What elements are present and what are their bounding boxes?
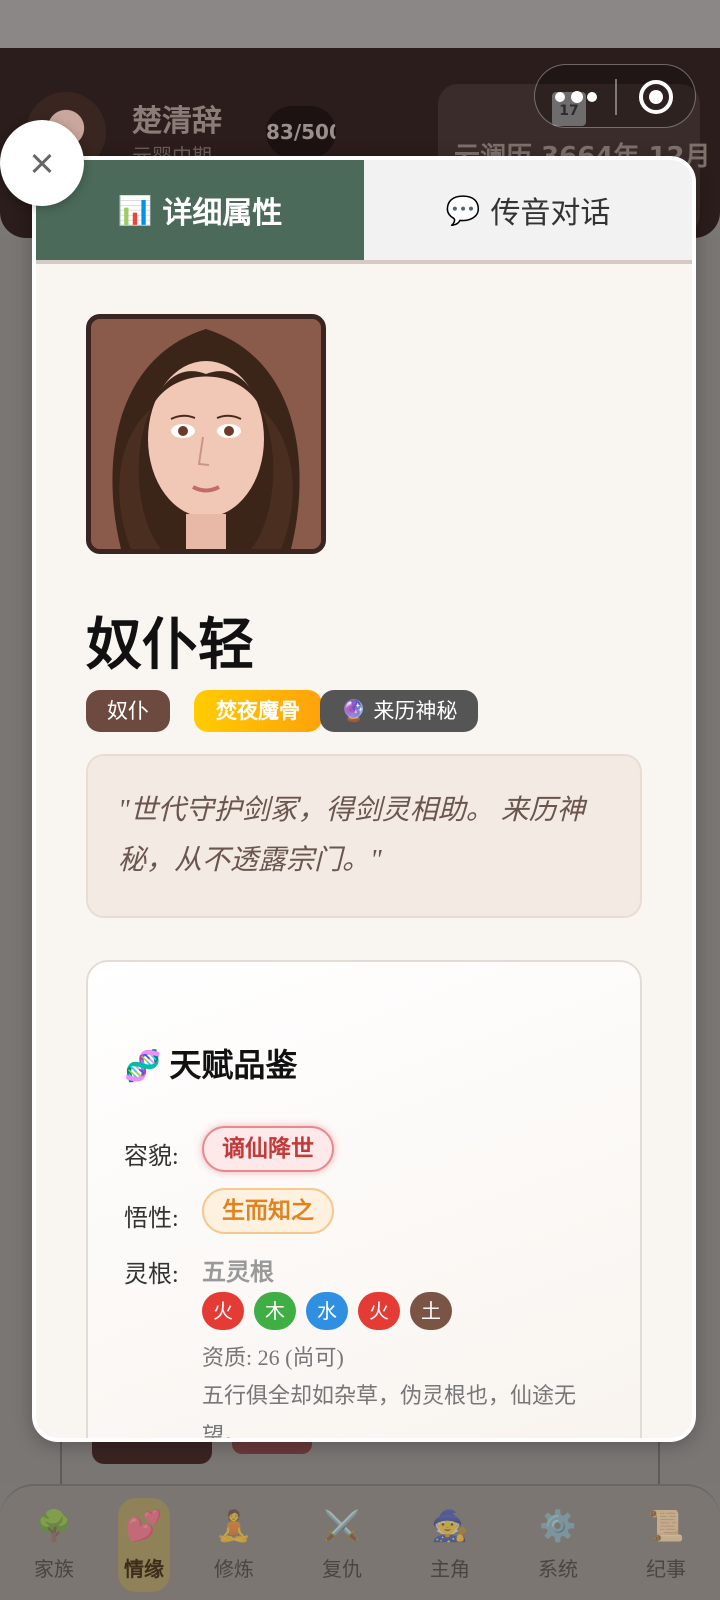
talent-title: 🧬 天赋品鉴 [124, 1040, 297, 1086]
nav-item-family[interactable]: 🌳 家族 [10, 1498, 98, 1592]
element-badge: 火 [358, 1292, 400, 1330]
nav-label: 情缘 [124, 1556, 164, 1581]
nav-item-romance[interactable]: 💕 情缘 [118, 1498, 170, 1592]
spirit-root-description: 五行俱全却如杂草，伪灵根也，仙途无望。 [202, 1383, 577, 1442]
appearance-label: 容貌: [124, 1144, 179, 1170]
spirit-root-name: 五灵根 [202, 1258, 274, 1286]
element-badge: 木 [254, 1292, 296, 1330]
tab-attributes[interactable]: 📊 详细属性 [36, 160, 364, 260]
nav-label: 纪事 [646, 1556, 686, 1581]
npc-portrait [86, 314, 326, 554]
modal-tab-bar: 📊 详细属性 💬 传音对话 [36, 160, 692, 264]
npc-quote-box: "世代守护剑冢，得剑灵相助。 来历神秘，从不透露宗门。" [86, 754, 642, 918]
role-badge: 奴仆 [86, 690, 170, 732]
origin-label: 来历神秘 [373, 699, 458, 723]
dna-icon: 🧬 [124, 1049, 162, 1084]
origin-badge: 🔮 来历神秘 [320, 690, 478, 732]
tree-icon: 🌳 [35, 1508, 73, 1544]
mage-icon: 🧙 [431, 1508, 469, 1544]
hearts-icon: 💕 [125, 1508, 163, 1544]
bar-chart-icon: 📊 [117, 193, 153, 227]
nav-item-chronicle[interactable]: 📜 纪事 [622, 1498, 710, 1592]
talent-title-text: 天赋品鉴 [169, 1046, 298, 1084]
comprehension-label: 悟性: [124, 1206, 179, 1232]
nav-item-cultivation[interactable]: 🧘 修炼 [190, 1498, 278, 1592]
miniprogram-capsule [534, 64, 696, 128]
talent-card: 🧬 天赋品鉴 容貌: 谪仙降世 悟性: 生而知之 灵根: 五灵根 火 木 水 火 … [86, 960, 642, 1442]
nav-label: 复仇 [322, 1556, 362, 1581]
nav-item-protagonist[interactable]: 🧙 主角 [406, 1498, 494, 1592]
status-bar-area [0, 0, 720, 48]
nav-label: 主角 [430, 1556, 470, 1581]
nav-label: 修炼 [214, 1556, 254, 1581]
nav-label: 家族 [34, 1556, 74, 1581]
tab-dialogue[interactable]: 💬 传音对话 [364, 160, 692, 260]
scroll-icon: 📜 [647, 1508, 685, 1544]
spirit-root-label: 灵根: [124, 1262, 179, 1288]
gear-icon: ⚙️ [539, 1508, 577, 1544]
meditation-icon: 🧘 [215, 1508, 253, 1544]
capsule-divider [615, 79, 617, 115]
nav-item-system[interactable]: ⚙️ 系统 [514, 1498, 602, 1592]
element-badge: 水 [306, 1292, 348, 1330]
physique-badge: 焚夜魔骨 [194, 690, 322, 732]
energy-counter: 83/500 [266, 106, 336, 158]
close-modal-button[interactable] [0, 120, 84, 206]
tab-label: 详细属性 [162, 196, 283, 231]
tab-label: 传音对话 [490, 196, 611, 231]
appearance-value: 谪仙降世 [202, 1126, 334, 1172]
nav-item-revenge[interactable]: ⚔️ 复仇 [298, 1498, 386, 1592]
nav-label: 系统 [538, 1556, 578, 1581]
crystal-ball-icon: 🔮 [340, 699, 367, 723]
element-badge: 土 [410, 1292, 452, 1330]
npc-detail-modal: 📊 详细属性 💬 传音对话 奴仆轻 奴仆 焚夜魔骨 🔮 来历神秘 "世代守护剑冢… [32, 156, 696, 1442]
bottom-nav: 🌳 家族 💕 情缘 🧘 修炼 ⚔️ 复仇 🧙 主角 ⚙️ 系统 📜 纪事 [0, 1484, 720, 1600]
more-options-icon[interactable] [555, 83, 599, 111]
npc-quote: "世代守护剑冢，得剑灵相助。 来历神秘，从不透露宗门。" [118, 795, 585, 876]
element-badge: 火 [202, 1292, 244, 1330]
npc-name: 奴仆轻 [86, 613, 254, 678]
comprehension-value: 生而知之 [202, 1188, 334, 1234]
speech-bubble-icon: 💬 [445, 193, 481, 227]
crossed-swords-icon: ⚔️ [323, 1508, 361, 1544]
player-name: 楚清辞 [132, 104, 222, 139]
spirit-root-quality: 资质: 26 (尚可) [202, 1345, 344, 1370]
exit-miniprogram-icon[interactable] [639, 80, 673, 114]
portrait-illustration [91, 319, 321, 549]
